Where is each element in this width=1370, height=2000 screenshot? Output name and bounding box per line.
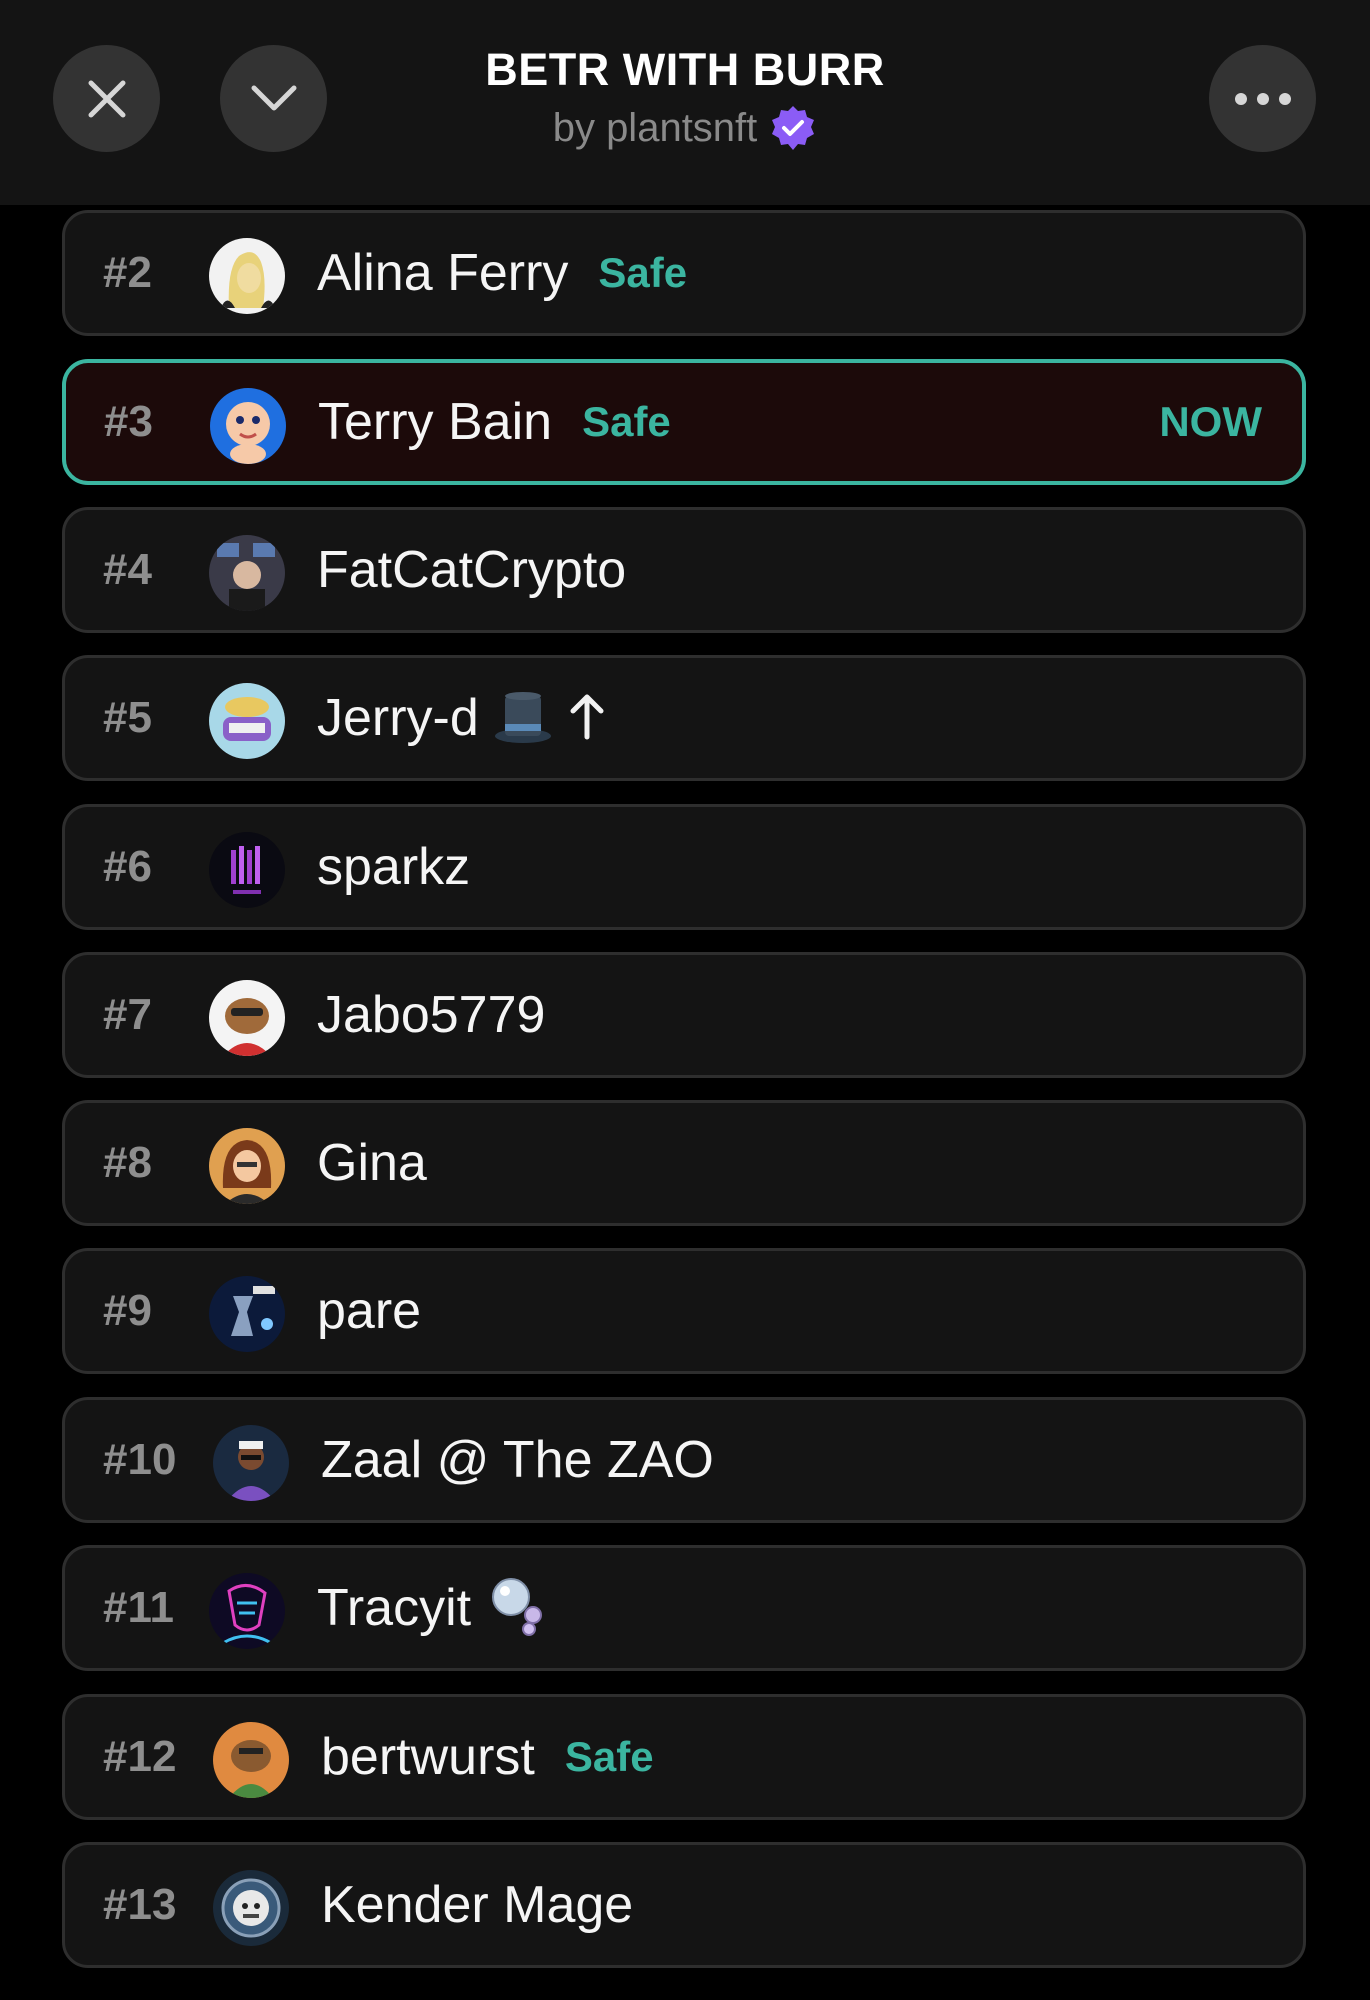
player-name: Terry Bain xyxy=(318,393,553,451)
list-item[interactable]: #2 Alina Ferry Safe xyxy=(62,210,1306,336)
page-title: BETR WITH BURR xyxy=(485,44,885,95)
avatar xyxy=(210,388,286,464)
list-item[interactable]: #12 bertwurst Safe xyxy=(62,1694,1306,1820)
rank-label: #4 xyxy=(103,545,152,594)
player-name: bertwurst xyxy=(321,1728,535,1786)
rank-label: #3 xyxy=(104,397,153,446)
list-item-current[interactable]: #3 Terry Bain Safe NOW xyxy=(62,359,1306,485)
top-hat-icon xyxy=(493,686,553,751)
rank-label: #10 xyxy=(103,1435,177,1484)
now-indicator: NOW xyxy=(1159,398,1262,445)
list-item[interactable]: #6 sparkz xyxy=(62,804,1306,930)
list-item[interactable]: #7 Jabo5779 xyxy=(62,952,1306,1078)
more-options-button[interactable] xyxy=(1209,45,1316,152)
rank-label: #12 xyxy=(103,1732,177,1781)
player-name: Gina xyxy=(317,1134,427,1192)
list-item[interactable]: #5 Jerry-d xyxy=(62,655,1306,781)
rank-label: #9 xyxy=(103,1286,152,1335)
list-item[interactable]: #8 Gina xyxy=(62,1100,1306,1226)
avatar xyxy=(213,1425,289,1501)
app-header: BETR WITH BURR by plantsnft xyxy=(0,0,1370,205)
player-name: FatCatCrypto xyxy=(317,541,627,599)
verified-badge-icon xyxy=(769,104,817,152)
avatar xyxy=(213,1870,289,1946)
list-item[interactable]: #13 Kender Mage xyxy=(62,1842,1306,1968)
more-horizontal-icon xyxy=(1233,91,1293,107)
author-label: by plantsnft xyxy=(552,106,758,150)
rank-label: #6 xyxy=(103,842,152,891)
player-name: Jabo5779 xyxy=(317,986,546,1044)
player-name: pare xyxy=(317,1282,422,1340)
avatar xyxy=(209,1276,285,1352)
safe-badge: Safe xyxy=(564,1733,654,1780)
player-name: Jerry-d xyxy=(317,689,479,747)
list-item[interactable]: #9 pare xyxy=(62,1248,1306,1374)
close-button[interactable] xyxy=(53,45,160,152)
rank-label: #13 xyxy=(103,1880,177,1929)
rank-label: #2 xyxy=(103,248,152,297)
avatar xyxy=(209,535,285,611)
avatar xyxy=(209,1573,285,1649)
page-subtitle: by plantsnft xyxy=(385,100,985,156)
rank-label: #7 xyxy=(103,990,152,1039)
list-item[interactable]: #4 FatCatCrypto xyxy=(62,507,1306,633)
rank-label: #8 xyxy=(103,1138,152,1187)
list-item[interactable]: #11 Tracyit xyxy=(62,1545,1306,1671)
player-name: Kender Mage xyxy=(321,1876,634,1934)
player-name: sparkz xyxy=(317,838,471,896)
safe-badge: Safe xyxy=(582,398,671,445)
avatar xyxy=(209,832,285,908)
bubbles-icon xyxy=(489,1575,547,1642)
avatar xyxy=(209,1128,285,1204)
avatar xyxy=(209,683,285,759)
list-item[interactable]: #10 Zaal @ The ZAO xyxy=(62,1397,1306,1523)
avatar xyxy=(213,1722,289,1798)
arrow-up-icon xyxy=(567,691,607,746)
chevron-down-icon xyxy=(250,84,298,114)
collapse-button[interactable] xyxy=(220,45,327,152)
avatar xyxy=(209,980,285,1056)
player-name: Zaal @ The ZAO xyxy=(321,1431,714,1489)
header-title-block: BETR WITH BURR by plantsnft xyxy=(385,40,985,156)
close-icon xyxy=(85,77,129,121)
safe-badge: Safe xyxy=(598,249,688,296)
rank-label: #11 xyxy=(103,1583,174,1632)
player-name: Tracyit xyxy=(317,1579,472,1637)
player-name: Alina Ferry xyxy=(317,244,569,302)
rank-label: #5 xyxy=(103,693,152,742)
avatar xyxy=(209,238,285,314)
